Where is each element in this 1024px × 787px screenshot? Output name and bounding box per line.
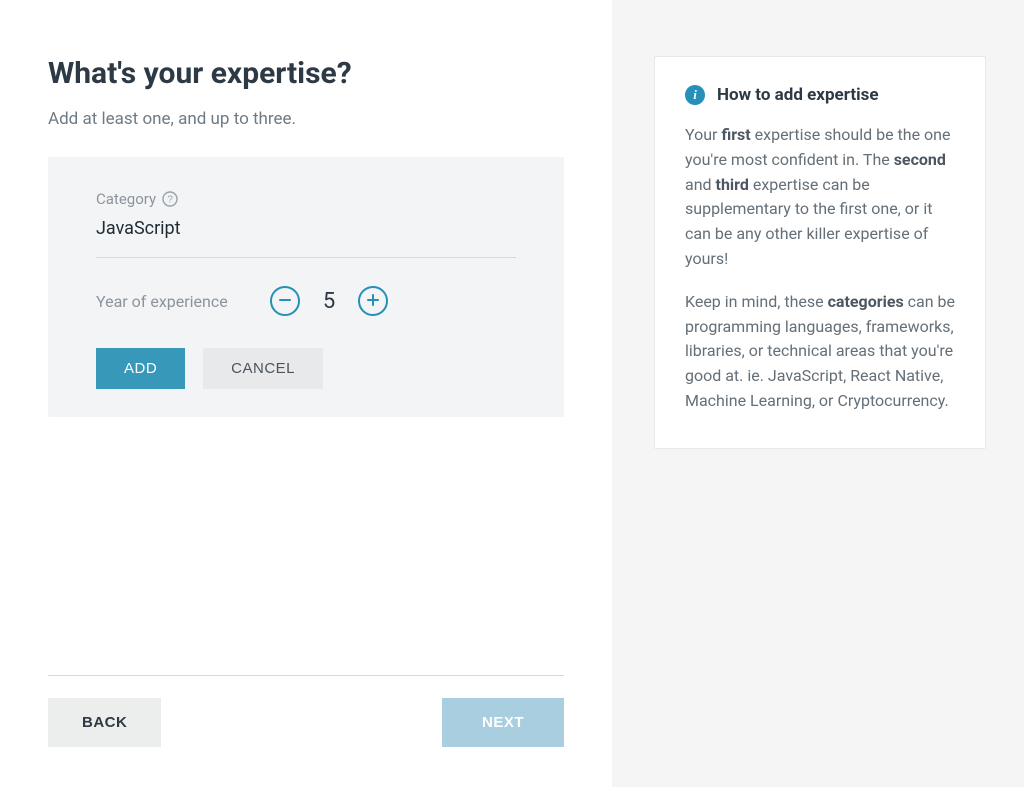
info-title: How to add expertise xyxy=(717,85,879,105)
main-panel: What's your expertise? Add at least one,… xyxy=(0,0,612,787)
decrement-button[interactable] xyxy=(270,286,300,316)
info-header: i How to add expertise xyxy=(685,85,955,105)
page-subtitle: Add at least one, and up to three. xyxy=(48,109,564,129)
add-button[interactable]: ADD xyxy=(96,348,185,389)
increment-button[interactable] xyxy=(358,286,388,316)
divider xyxy=(48,675,564,676)
cancel-button[interactable]: CANCEL xyxy=(203,348,323,389)
back-button[interactable]: BACK xyxy=(48,698,161,747)
category-input[interactable]: JavaScript xyxy=(96,218,516,258)
info-icon: i xyxy=(685,85,705,105)
svg-text:?: ? xyxy=(167,195,173,206)
plus-icon xyxy=(366,293,380,310)
card-actions: ADD CANCEL xyxy=(96,348,516,389)
years-stepper: 5 xyxy=(270,286,388,316)
years-value: 5 xyxy=(320,289,338,314)
info-paragraph-2: Keep in mind, these categories can be pr… xyxy=(685,290,955,414)
side-panel: i How to add expertise Your first expert… xyxy=(654,0,1024,787)
years-label: Year of experience xyxy=(96,292,246,311)
info-card: i How to add expertise Your first expert… xyxy=(654,56,986,449)
expertise-card: Category ? JavaScript Year of experience… xyxy=(48,157,564,417)
years-row: Year of experience 5 xyxy=(96,286,516,316)
next-button[interactable]: NEXT xyxy=(442,698,564,747)
nav-row: BACK NEXT xyxy=(48,698,564,747)
category-label-row: Category ? xyxy=(96,190,178,208)
category-label: Category xyxy=(96,190,156,208)
help-icon[interactable]: ? xyxy=(162,191,178,207)
info-paragraph-1: Your first expertise should be the one y… xyxy=(685,123,955,272)
minus-icon xyxy=(278,293,292,310)
page-title: What's your expertise? xyxy=(48,56,564,91)
info-body: Your first expertise should be the one y… xyxy=(685,123,955,414)
panel-gap xyxy=(612,0,654,787)
nav-footer: BACK NEXT xyxy=(48,675,564,747)
